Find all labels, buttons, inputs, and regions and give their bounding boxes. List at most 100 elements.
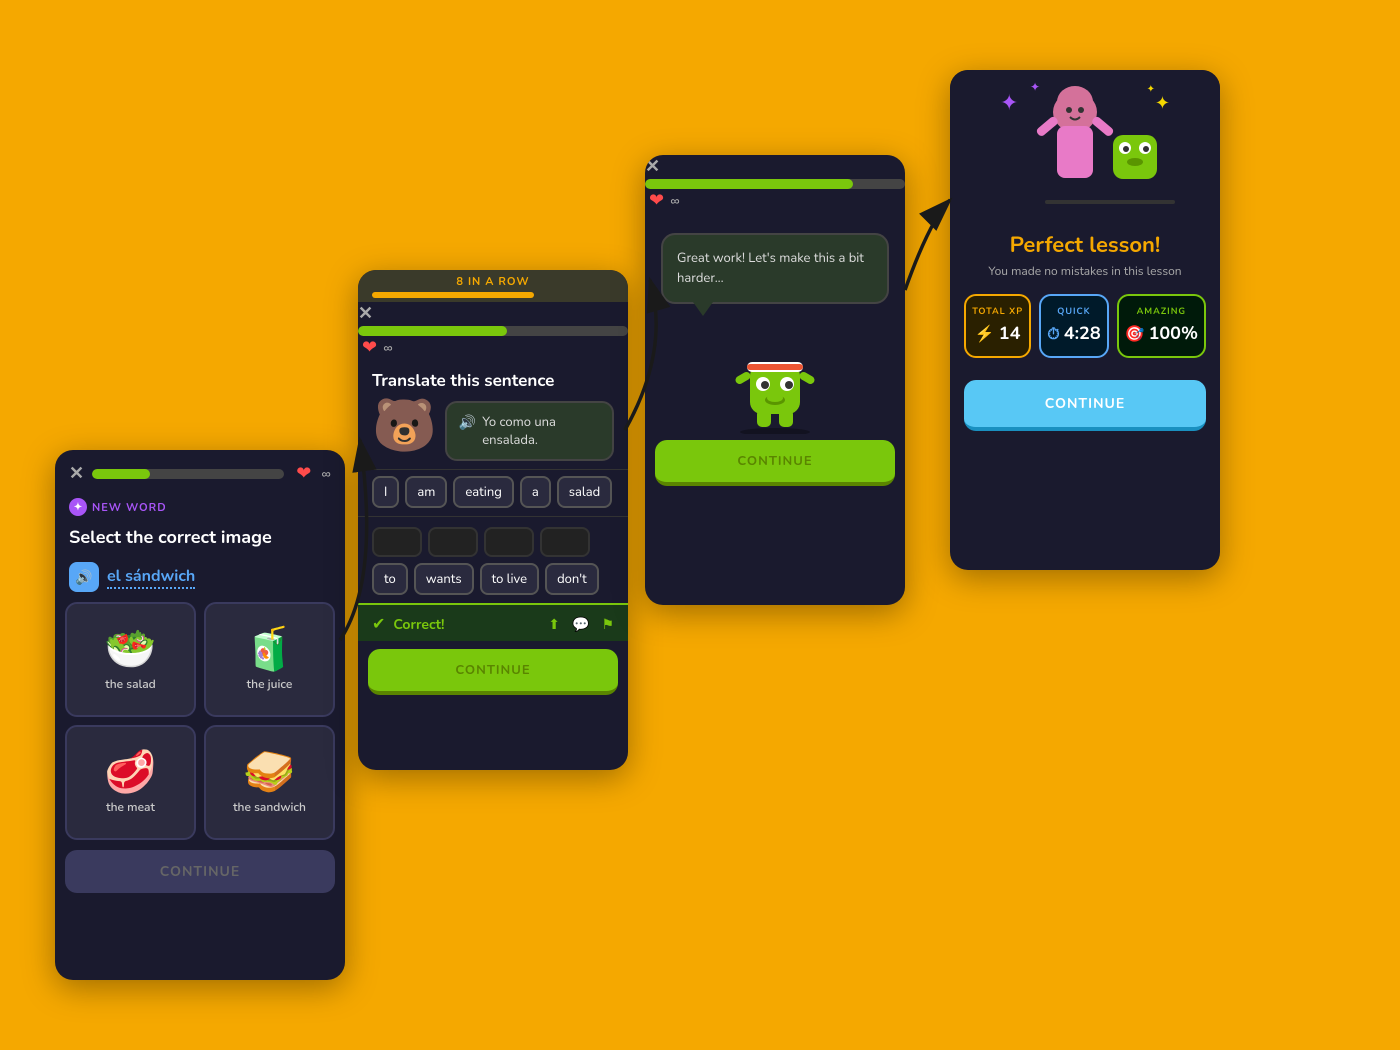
progress-fill-2 <box>358 326 507 336</box>
amazing-percent: 100% <box>1149 322 1198 346</box>
chip-wants[interactable]: wants <box>414 563 474 595</box>
streak-badge: 8 IN A ROW <box>358 270 628 302</box>
infinity-icon-1: ∞ <box>321 463 331 485</box>
progress-fill-1 <box>92 469 150 479</box>
blank-2 <box>428 527 478 557</box>
answer-chip-i: I <box>372 476 399 508</box>
infinity-icon-3: ∞ <box>670 190 680 212</box>
bear-emoji: 🐻 <box>372 401 437 453</box>
firework-dot-2: ✦ <box>1147 82 1155 96</box>
great-work-speech: Great work! Let's make this a bit harder… <box>661 233 889 304</box>
card-select-image: ✕ ❤ ∞ ✦ NEW WORD Select the correct imag… <box>55 450 345 980</box>
amazing-label: AMAZING <box>1125 306 1198 318</box>
progress-track-2 <box>358 326 628 336</box>
card-translate: 8 IN A ROW ✕ ❤ ∞ Translate this sentence… <box>358 270 628 770</box>
quick-icon: ⏱ <box>1047 323 1059 345</box>
blank-3 <box>484 527 534 557</box>
streak-label: 8 IN A ROW <box>456 274 529 289</box>
celebration-svg <box>995 80 1175 210</box>
badge-circle: ✦ <box>69 498 87 516</box>
heart-icon-1: ❤ <box>296 462 311 486</box>
image-cell-juice[interactable]: 🧃 the juice <box>204 602 335 717</box>
stats-row: TOTAL XP ⚡ 14 QUICK ⏱ 4:28 AMAZING 🎯 100… <box>950 294 1220 372</box>
xp-number: 14 <box>999 322 1021 346</box>
share-icon[interactable]: ⬆ <box>548 615 560 634</box>
answer-chip-salad: salad <box>557 476 612 508</box>
progress-track-1 <box>92 469 284 479</box>
answer-chip-eating: eating <box>453 476 513 508</box>
chip-dont[interactable]: don't <box>545 563 599 595</box>
image-cell-sandwich[interactable]: 🥪 the sandwich <box>204 725 335 840</box>
meat-emoji: 🥩 <box>104 752 156 794</box>
sandwich-label: the sandwich <box>233 800 306 816</box>
close-button-3[interactable]: ✕ <box>645 155 660 179</box>
image-cell-salad[interactable]: 🥗 the salad <box>65 602 196 717</box>
quick-value: ⏱ 4:28 <box>1047 322 1100 346</box>
new-word-label: NEW WORD <box>92 500 167 515</box>
perfect-subtitle: You made no mistakes in this lesson <box>950 264 1220 280</box>
mascot-svg <box>715 334 835 434</box>
comment-icon[interactable]: 💬 <box>572 615 589 634</box>
amazing-value: 🎯 100% <box>1125 322 1198 346</box>
chip-tolive[interactable]: to live <box>480 563 539 595</box>
juice-emoji: 🧃 <box>243 629 295 671</box>
xp-icon: ⚡ <box>975 323 995 345</box>
close-button-1[interactable]: ✕ <box>69 462 84 486</box>
speech-bubble-2: 🔊 Yo como una ensalada. <box>445 401 614 461</box>
stat-xp: TOTAL XP ⚡ 14 <box>964 294 1031 358</box>
salad-label: the salad <box>105 677 155 693</box>
firework-left: ✦ <box>1000 88 1018 118</box>
perfect-title: Perfect lesson! <box>950 230 1220 260</box>
heart-icon-3: ❤ <box>649 189 664 213</box>
continue-button-3[interactable]: CONTINUE <box>655 440 895 486</box>
answer-chip-am: am <box>405 476 447 508</box>
continue-button-2[interactable]: CONTINUE <box>368 649 618 695</box>
xp-value: ⚡ 14 <box>972 322 1023 346</box>
xp-label: TOTAL XP <box>972 306 1023 318</box>
speaker-button-1[interactable]: 🔊 <box>69 562 99 592</box>
image-cell-meat[interactable]: 🥩 the meat <box>65 725 196 840</box>
card1-title: Select the correct image <box>55 520 345 558</box>
stat-amazing: AMAZING 🎯 100% <box>1117 294 1206 358</box>
bear-speech-area: 🐻 🔊 Yo como una ensalada. <box>358 401 628 469</box>
quick-time: 4:28 <box>1064 322 1101 346</box>
speaker-icon-2[interactable]: 🔊 <box>459 413 476 432</box>
close-button-2[interactable]: ✕ <box>358 302 373 326</box>
streak-bar <box>372 292 534 298</box>
celebration-area: ✦ ✦ ✦ ✦ <box>950 70 1220 220</box>
correct-bar: ✔ Correct! ⬆ 💬 ⚑ <box>358 603 628 641</box>
word-prompt: 🔊 el sándwich <box>55 558 345 602</box>
image-grid: 🥗 the salad 🧃 the juice 🥩 the meat 🥪 the… <box>55 602 345 840</box>
firework-right: ✦ <box>1155 92 1170 116</box>
stat-quick: QUICK ⏱ 4:28 <box>1039 294 1108 358</box>
continue-button-4[interactable]: CONTINUE <box>964 380 1206 431</box>
chip-to[interactable]: to <box>372 563 408 595</box>
sandwich-emoji: 🥪 <box>243 752 295 794</box>
word-spanish: el sándwich <box>107 565 195 589</box>
correct-check-icon: ✔ <box>372 613 385 635</box>
card-perfect-lesson: ✦ ✦ ✦ ✦ <box>950 70 1220 570</box>
meat-label: the meat <box>106 800 155 816</box>
great-work-text: Great work! Let's make this a bit harder… <box>677 249 864 287</box>
top-bar-3: ✕ ❤ ∞ <box>645 155 905 213</box>
progress-track-3 <box>645 179 905 189</box>
speech-text-2: Yo como una ensalada. <box>482 413 600 449</box>
amazing-icon: 🎯 <box>1125 323 1145 345</box>
blank-1 <box>372 527 422 557</box>
continue-button-1[interactable]: CONTINUE <box>65 850 335 893</box>
card-great-work: ✕ ❤ ∞ Great work! Let's make this a bit … <box>645 155 905 605</box>
heart-icon-2: ❤ <box>362 336 377 360</box>
answer-boxes: I am eating a salad <box>358 469 628 512</box>
answer-chip-a: a <box>520 476 551 508</box>
quick-label: QUICK <box>1047 306 1100 318</box>
blank-4 <box>540 527 590 557</box>
flag-icon[interactable]: ⚑ <box>601 615 614 634</box>
progress-fill-3 <box>645 179 853 189</box>
top-bar-2: ✕ ❤ ∞ <box>358 302 628 360</box>
salad-emoji: 🥗 <box>104 629 156 671</box>
mascot-area <box>645 334 905 440</box>
correct-label: Correct! <box>393 615 444 634</box>
top-bar-1: ✕ ❤ ∞ <box>55 450 345 494</box>
firework-dot-1: ✦ <box>1030 80 1040 96</box>
word-chips: to wants to live don't <box>358 521 628 603</box>
